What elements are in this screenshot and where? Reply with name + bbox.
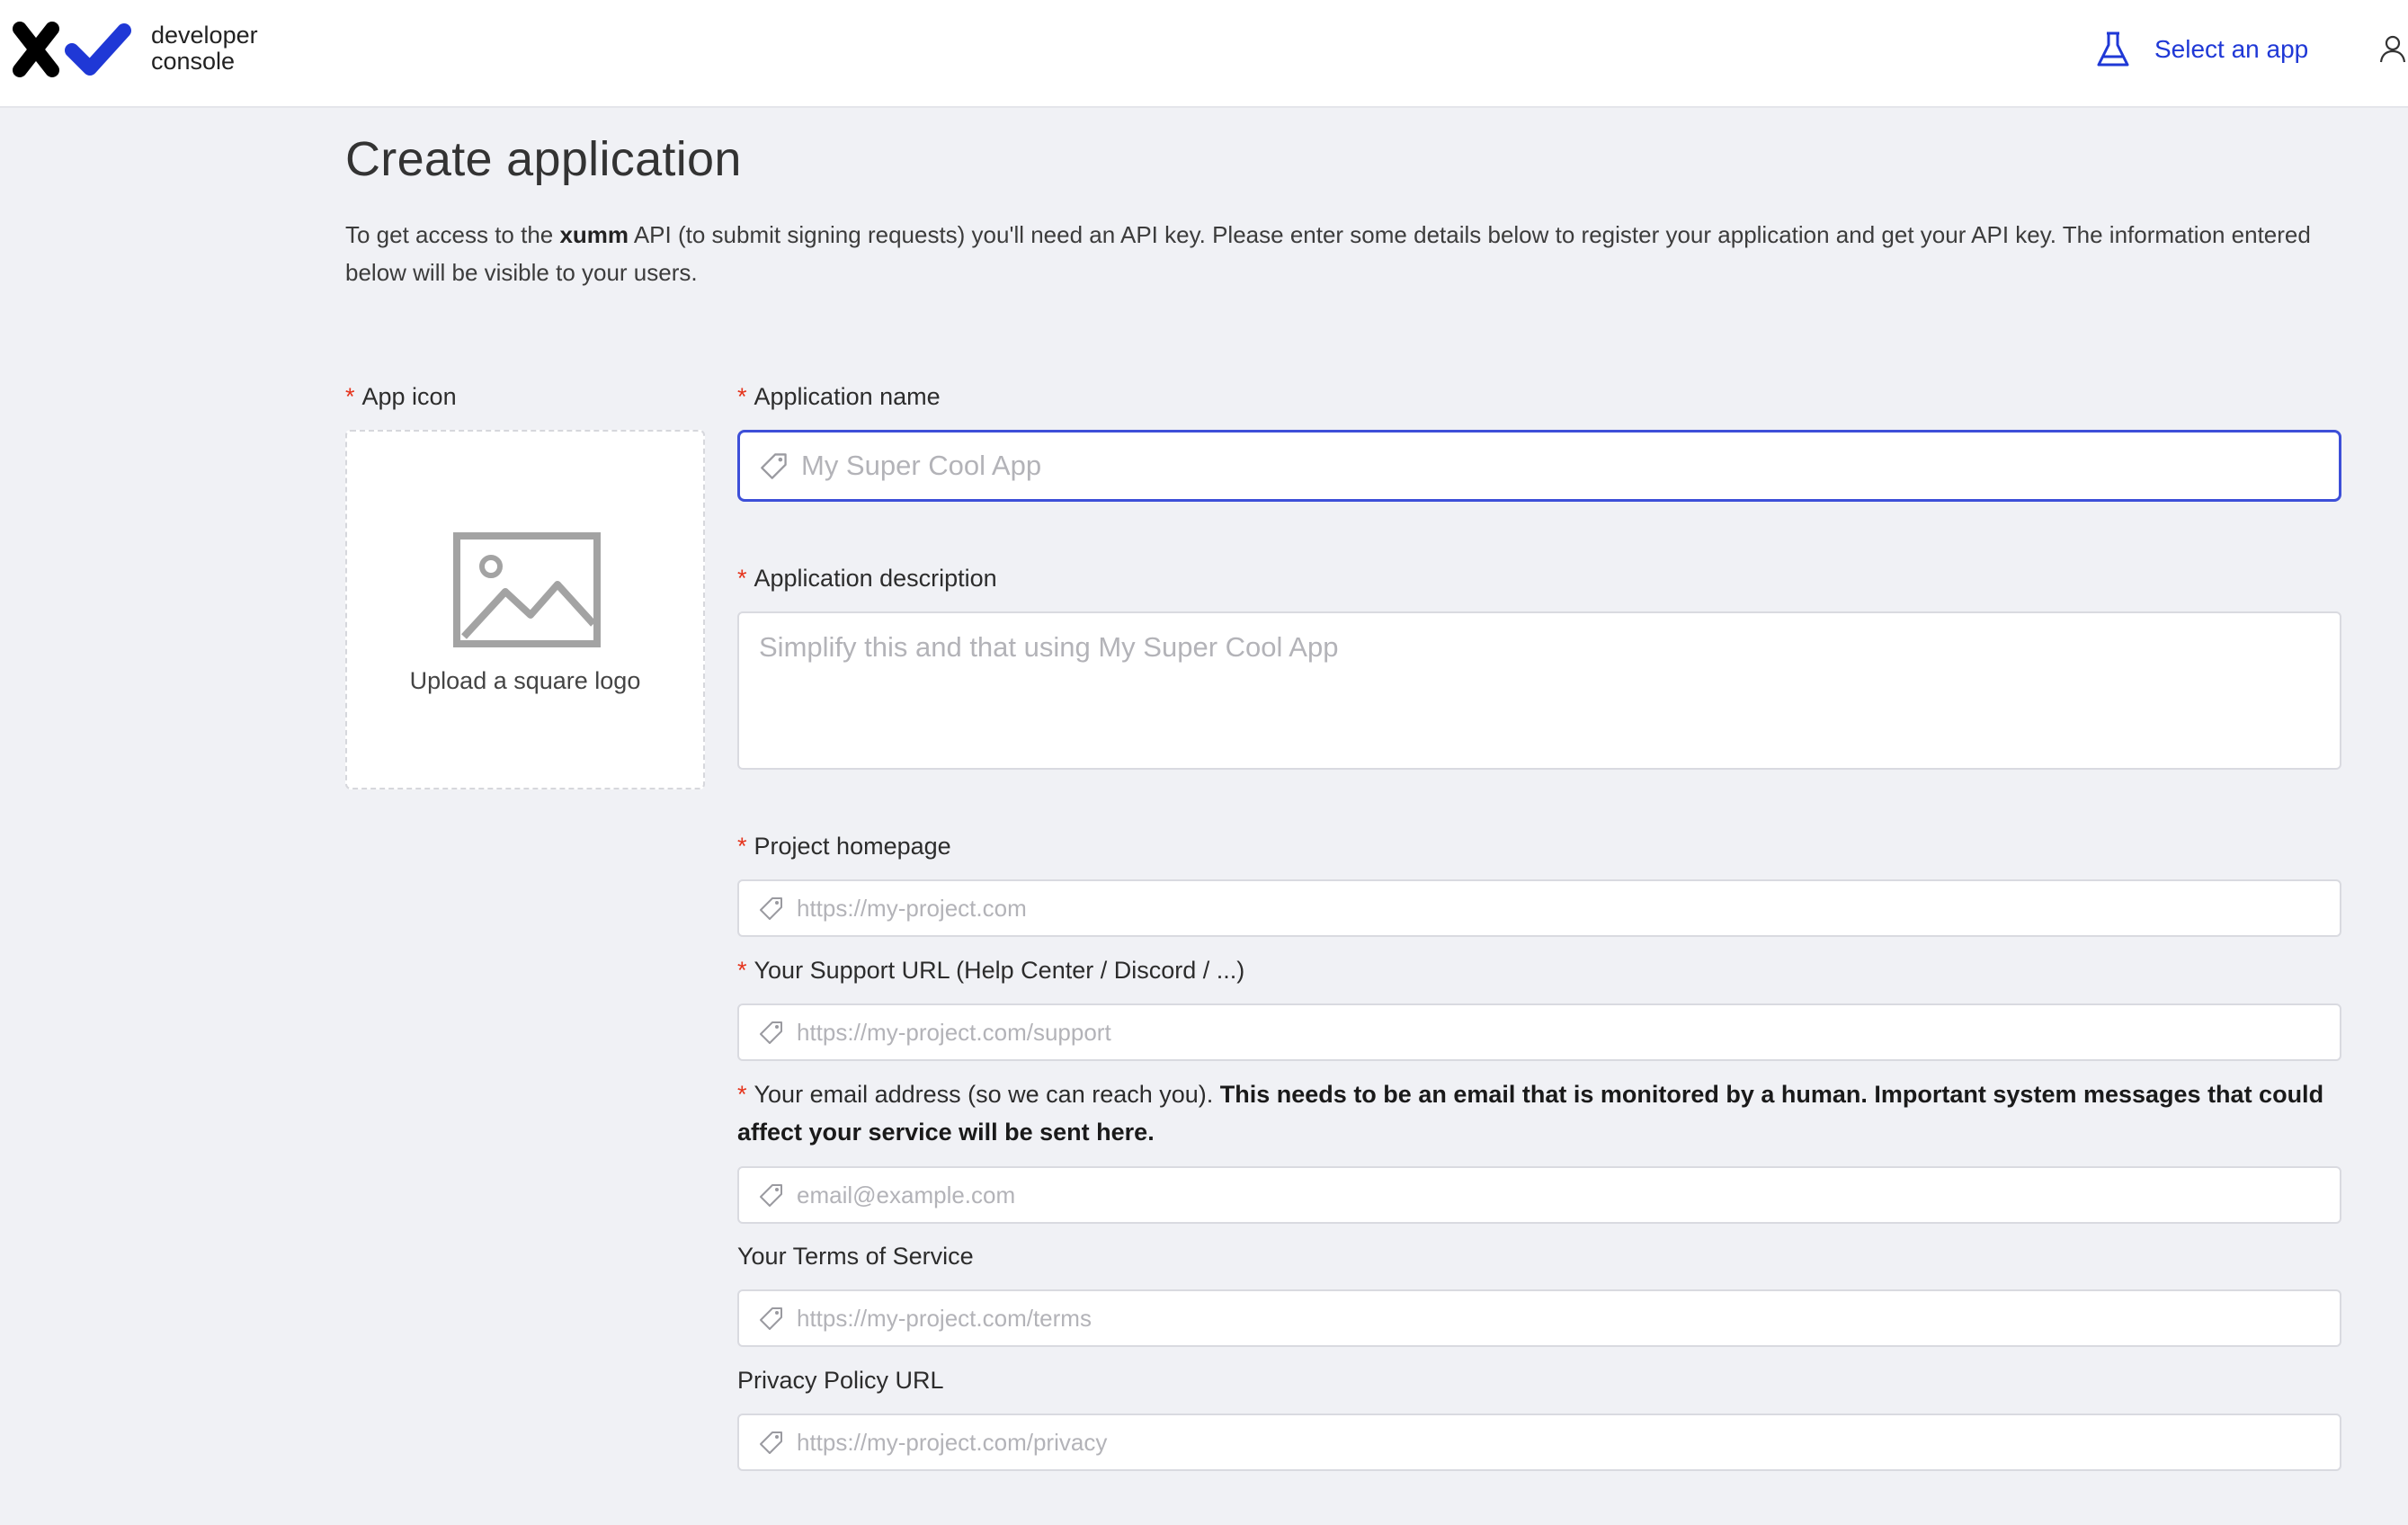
- intro-text-bold: xumm: [559, 221, 629, 248]
- privacy-policy-field[interactable]: [737, 1414, 2341, 1471]
- email-label: * Your email address (so we can reach you…: [737, 1075, 2347, 1151]
- intro-text: To get access to the xumm API (to submit…: [345, 216, 2350, 291]
- xumm-logo-icon[interactable]: [11, 20, 133, 79]
- project-homepage-input[interactable]: [797, 894, 2340, 923]
- required-marker: *: [737, 565, 747, 592]
- upload-logo-text: Upload a square logo: [409, 667, 641, 694]
- tag-icon: [760, 1431, 782, 1454]
- email-label-text: Your email address (so we can reach you)…: [754, 1081, 1220, 1108]
- intro-text-part1: To get access to the: [345, 221, 560, 248]
- tag-icon: [760, 897, 782, 920]
- tag-icon: [760, 1307, 782, 1330]
- logo-text-line2: console: [151, 48, 236, 75]
- email-field[interactable]: [737, 1166, 2341, 1224]
- privacy-policy-input[interactable]: [797, 1428, 2340, 1457]
- terms-of-service-input[interactable]: [797, 1304, 2340, 1333]
- application-name-label-text: Application name: [754, 383, 941, 410]
- developer-console-label: developer console: [151, 22, 258, 75]
- tag-icon: [760, 1184, 782, 1207]
- project-homepage-label: * Project homepage: [737, 828, 951, 864]
- application-name-input[interactable]: [801, 450, 2339, 482]
- user-icon[interactable]: [2379, 34, 2406, 63]
- privacy-policy-label: Privacy Policy URL: [737, 1362, 944, 1398]
- project-homepage-label-text: Project homepage: [754, 833, 951, 860]
- terms-of-service-label-text: Your Terms of Service: [737, 1243, 974, 1270]
- page-title: Create application: [345, 132, 742, 186]
- app-icon-label-text: App icon: [361, 383, 457, 410]
- application-description-label: * Application description: [737, 560, 997, 596]
- privacy-policy-label-text: Privacy Policy URL: [737, 1367, 944, 1394]
- email-input[interactable]: [797, 1181, 2340, 1209]
- terms-of-service-field[interactable]: [737, 1289, 2341, 1347]
- required-marker: *: [737, 1081, 747, 1108]
- required-marker: *: [345, 383, 355, 410]
- select-app-label: Select an app: [2154, 35, 2309, 63]
- required-marker: *: [737, 957, 747, 984]
- required-marker: *: [737, 833, 747, 860]
- tag-icon: [761, 453, 787, 479]
- support-url-label: * Your Support URL (Help Center / Discord…: [737, 952, 1244, 988]
- project-homepage-field[interactable]: [737, 879, 2341, 937]
- support-url-input[interactable]: [797, 1018, 2340, 1047]
- logo-text-line1: developer: [151, 22, 258, 49]
- image-placeholder-icon: [453, 532, 601, 647]
- application-name-label: * Application name: [737, 379, 941, 415]
- select-app-button[interactable]: Select an app: [2095, 29, 2308, 70]
- app-icon-upload[interactable]: Upload a square logo: [345, 430, 705, 789]
- application-description-textarea[interactable]: [739, 613, 2340, 768]
- application-description-field[interactable]: [737, 611, 2341, 770]
- support-url-field[interactable]: [737, 1003, 2341, 1061]
- flask-icon: [2097, 31, 2129, 67]
- tag-icon: [760, 1021, 782, 1044]
- app-icon-label: * App icon: [345, 379, 457, 415]
- top-navigation-bar: developer console Select an app: [0, 0, 2408, 108]
- application-name-field[interactable]: [737, 430, 2341, 502]
- application-description-label-text: Application description: [754, 565, 997, 592]
- intro-text-part2: API (to submit signing requests) you'll …: [345, 221, 2311, 286]
- support-url-label-text: Your Support URL (Help Center / Discord …: [754, 957, 1245, 984]
- terms-of-service-label: Your Terms of Service: [737, 1238, 974, 1274]
- required-marker: *: [737, 383, 747, 410]
